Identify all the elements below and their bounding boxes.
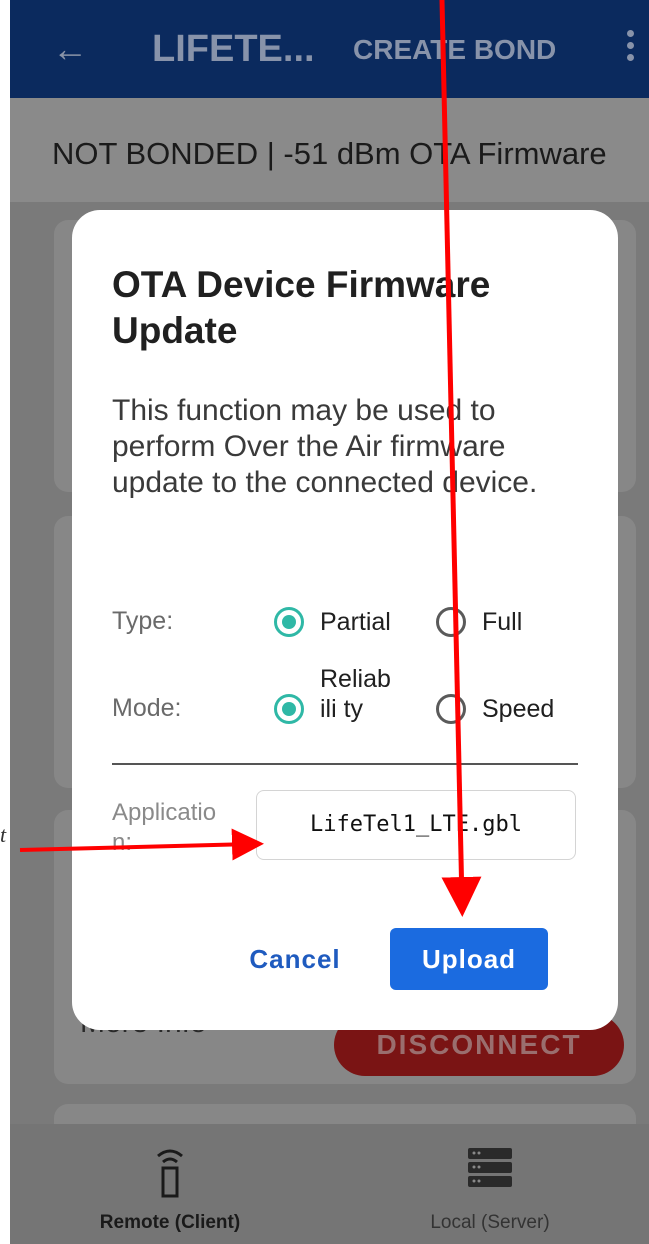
full-label: Full xyxy=(482,608,523,636)
upload-button[interactable]: Upload xyxy=(390,928,548,990)
cancel-button[interactable]: Cancel xyxy=(240,928,350,990)
partial-label: Partial xyxy=(320,608,391,636)
nav-remote-label: Remote (Client) xyxy=(99,1212,241,1233)
radio-speed[interactable] xyxy=(436,694,466,724)
status-text: NOT BONDED | -51 dBm OTA Firmware xyxy=(52,136,607,171)
app-bar: ← LIFETE... CREATE BOND xyxy=(10,0,649,98)
application-label: Applicatio n: xyxy=(112,799,217,856)
phone-screen: ← LIFETE... CREATE BOND NOT BONDED | -51… xyxy=(10,0,649,1244)
speed-label: Speed xyxy=(482,695,555,723)
server-icon xyxy=(468,1148,512,1187)
type-label: Type: xyxy=(112,607,174,635)
mode-label: Mode: xyxy=(112,694,182,722)
application-file-field[interactable]: LifeTel1_LTE.gbl xyxy=(256,790,576,860)
nav-local-server[interactable]: Local (Server) xyxy=(330,1124,649,1244)
radio-reliability[interactable] xyxy=(274,694,304,724)
status-bar: NOT BONDED | -51 dBm OTA Firmware xyxy=(10,98,649,202)
app-title: LIFETE... xyxy=(152,28,315,70)
remote-icon xyxy=(157,1149,183,1198)
radio-partial[interactable] xyxy=(274,607,304,637)
annotation-marker-text: t xyxy=(0,822,7,847)
create-bond-button[interactable]: CREATE BOND xyxy=(353,34,556,66)
back-arrow-icon[interactable]: ← xyxy=(52,28,88,70)
more-vert-icon[interactable] xyxy=(627,30,635,66)
ota-dialog: OTA Device Firmware Update This function… xyxy=(72,210,618,1030)
dialog-title: OTA Device Firmware Update xyxy=(112,264,491,351)
reliability-label: Reliabili ty xyxy=(320,665,391,723)
bottom-navigation: Remote (Client) Local (Server) xyxy=(10,1124,649,1244)
nav-remote-client[interactable]: Remote (Client) xyxy=(10,1124,330,1244)
divider xyxy=(112,763,578,765)
nav-local-label: Local (Server) xyxy=(430,1212,550,1233)
radio-full[interactable] xyxy=(436,607,466,637)
dialog-description: This function may be used to perform Ove… xyxy=(112,394,538,499)
